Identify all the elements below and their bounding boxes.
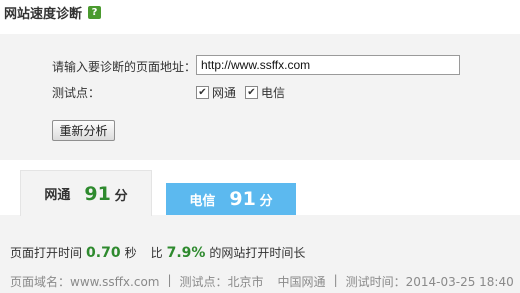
compare-percent: 7.9% xyxy=(166,245,206,261)
meta-domain: 页面域名：www.ssffx.com xyxy=(10,275,160,289)
meta-test-time: 测试时间：2014-03-25 18:40 xyxy=(345,275,514,289)
compare-suffix: 的网站打开时间长 xyxy=(209,246,306,260)
url-label: 请输入要诊断的页面地址： xyxy=(52,60,197,74)
compare-prefix: 比 xyxy=(150,246,163,260)
diagnosis-form: 请输入要诊断的页面地址： http://www.ssffx.com 测试点： ✔… xyxy=(0,34,520,160)
tab-unicom-unit: 分 xyxy=(114,188,128,204)
load-time-unit: 秒 xyxy=(124,246,137,260)
test-point-label: 测试点： xyxy=(52,86,101,100)
tab-telecom-name: 电信 xyxy=(189,193,216,209)
meta-test-point: 测试点：北京市 xyxy=(179,275,264,289)
help-icon[interactable]: ? xyxy=(88,5,102,19)
meta-network: 中国网通 xyxy=(277,275,326,289)
url-input[interactable]: http://www.ssffx.com xyxy=(196,55,460,75)
tab-unicom-score: 91 xyxy=(84,182,111,205)
checkbox-checked-icon[interactable]: ✔ xyxy=(196,86,209,99)
load-time-value: 0.70 xyxy=(86,245,121,261)
checkbox-unicom[interactable]: ✔ 网通 xyxy=(196,84,236,101)
checkbox-telecom[interactable]: ✔ 电信 xyxy=(245,84,285,101)
tab-unicom[interactable]: 网通 91 分 xyxy=(20,170,152,216)
load-time-summary: 页面打开时间 0.70 秒 比 7.9% 的网站打开时间长 xyxy=(10,244,305,261)
tab-telecom-score: 91 xyxy=(229,188,256,210)
tab-telecom-unit: 分 xyxy=(259,194,273,209)
tab-unicom-name: 网通 xyxy=(44,188,71,203)
tab-telecom[interactable]: 电信 91 分 xyxy=(166,183,296,215)
page-title-text: 网站速度诊断 xyxy=(4,6,83,22)
meta-separator: | xyxy=(333,273,338,287)
page-title: 网站速度诊断 ? xyxy=(4,2,102,22)
checkbox-checked-icon[interactable]: ✔ xyxy=(245,86,258,99)
meta-separator: | xyxy=(167,273,172,287)
checkbox-telecom-label: 电信 xyxy=(261,86,286,100)
reanalyze-button[interactable]: 重新分析 xyxy=(52,120,115,141)
summary-prefix: 页面打开时间 xyxy=(10,246,83,260)
checkbox-unicom-label: 网通 xyxy=(212,86,237,100)
test-meta: 页面域名：www.ssffx.com | 测试点：北京市 中国网通 | 测试时间… xyxy=(10,273,514,290)
